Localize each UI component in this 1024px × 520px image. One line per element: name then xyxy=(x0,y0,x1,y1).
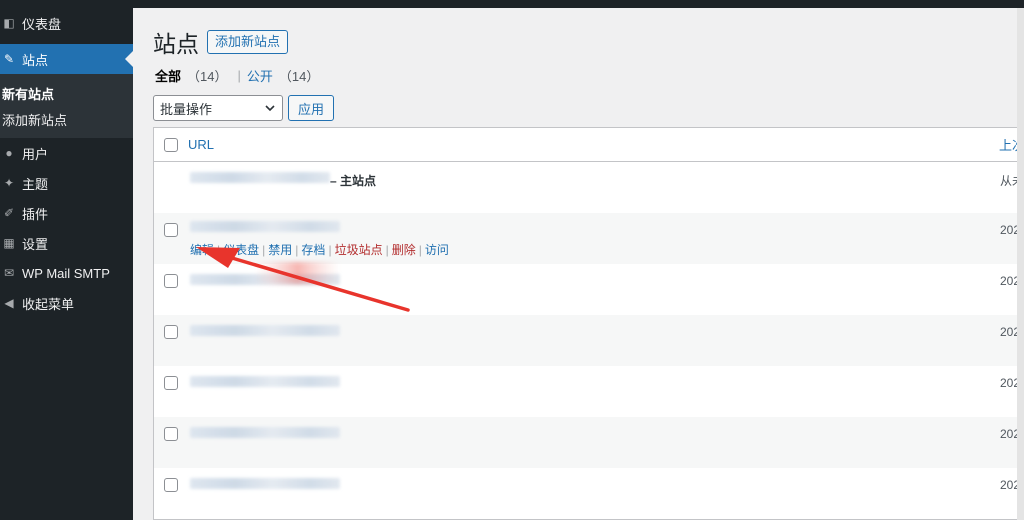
bulk-action-value: 批量操作 xyxy=(160,101,213,117)
action-separator: | xyxy=(385,242,389,257)
table-row: 202 xyxy=(154,468,1024,519)
page-title: 站点 xyxy=(153,31,199,57)
table-row: – 主站点 从未 xyxy=(154,162,1024,213)
action-deactivate[interactable]: 禁用 xyxy=(268,241,292,258)
collapse-icon: ◀ xyxy=(4,296,14,310)
submenu-item-all-sites[interactable]: 新有站点 xyxy=(0,80,133,106)
status-filters: 全部 （14） | 公开 （14） xyxy=(155,66,319,85)
blurred-site-url[interactable] xyxy=(190,274,340,285)
select-all-checkbox[interactable] xyxy=(164,138,178,152)
sidebar-item-label: 插件 xyxy=(22,206,49,222)
sidebar-item-label: 站点 xyxy=(22,52,49,68)
row-checkbox[interactable] xyxy=(164,478,178,492)
table-row: 202 xyxy=(154,264,1024,315)
action-separator: | xyxy=(328,242,332,257)
filter-all-count: （14） xyxy=(187,69,228,84)
sidebar-item-settings[interactable]: ▦ 设置 xyxy=(0,228,133,258)
title-row: 站点 添加新站点 xyxy=(153,25,289,59)
table-row: 202 xyxy=(154,366,1024,417)
plugins-icon: ✐ xyxy=(3,206,15,220)
main-site-label: – 主站点 xyxy=(330,174,377,188)
filter-public[interactable]: 公开 xyxy=(247,66,273,85)
action-visit[interactable]: 访问 xyxy=(425,241,449,258)
blurred-site-url[interactable] xyxy=(190,427,340,438)
sidebar-item-label: 设置 xyxy=(22,236,49,252)
table-row: 202 xyxy=(154,417,1024,468)
submenu-item-add-new-site[interactable]: 添加新站点 xyxy=(0,106,133,132)
sidebar-item-label: 仪表盘 xyxy=(22,16,62,32)
sidebar-item-wp-mail-smtp[interactable]: ✉ WP Mail SMTP xyxy=(0,258,133,288)
themes-icon: ✦ xyxy=(3,176,15,190)
settings-icon: ▦ xyxy=(3,236,15,250)
blurred-site-url[interactable] xyxy=(190,376,340,387)
scrollbar-strip[interactable] xyxy=(1017,8,1024,520)
row-checkbox[interactable] xyxy=(164,325,178,339)
filter-separator: | xyxy=(237,68,241,83)
sidebar-item-sites[interactable]: ✎ 站点 xyxy=(0,44,133,74)
action-dashboard[interactable]: 仪表盘 xyxy=(223,241,259,258)
action-spam[interactable]: 垃圾站点 xyxy=(335,241,383,258)
table-row: 202 xyxy=(154,315,1024,366)
apply-button[interactable]: 应用 xyxy=(288,95,335,121)
sidebar-item-label: 主题 xyxy=(22,176,49,192)
bulk-actions: 批量操作 应用 xyxy=(153,95,335,121)
sidebar-item-users[interactable]: ● 用户 xyxy=(0,138,133,168)
users-icon: ● xyxy=(5,146,13,160)
row-actions: 编辑 | 仪表盘 | 禁用 | 存档 | 垃圾站点 | 删除 | 访问 xyxy=(190,241,449,258)
top-bar xyxy=(0,0,1024,8)
sites-icon: ✎ xyxy=(3,52,15,66)
sidebar-item-plugins[interactable]: ✐ 插件 xyxy=(0,198,133,228)
column-url-header[interactable]: URL xyxy=(188,137,214,152)
action-delete[interactable]: 删除 xyxy=(392,241,416,258)
sites-submenu: 新有站点 添加新站点 xyxy=(0,74,133,138)
sidebar-item-dashboard[interactable]: ◧ 仪表盘 xyxy=(0,8,133,38)
row-checkbox[interactable] xyxy=(164,376,178,390)
sites-table: URL 上次更新 – 主站点 从未 202 编辑 | 仪表盘 | 禁用 | 存档… xyxy=(153,127,1024,520)
bulk-action-select[interactable]: 批量操作 xyxy=(153,95,283,121)
table-row: 202 编辑 | 仪表盘 | 禁用 | 存档 | 垃圾站点 | 删除 | 访问 xyxy=(154,213,1024,264)
action-archive[interactable]: 存档 xyxy=(301,241,325,258)
add-new-site-button[interactable]: 添加新站点 xyxy=(207,30,289,54)
table-header: URL 上次更新 xyxy=(154,128,1024,162)
mail-icon: ✉ xyxy=(3,266,15,280)
row-checkbox[interactable] xyxy=(164,427,178,441)
sidebar-item-label: 收起菜单 xyxy=(22,296,75,312)
sidebar-item-label: 用户 xyxy=(22,146,49,162)
sidebar-item-collapse-menu[interactable]: ◀ 收起菜单 xyxy=(0,288,133,318)
blurred-site-url[interactable] xyxy=(190,478,340,489)
row-checkbox[interactable] xyxy=(164,223,178,237)
action-edit[interactable]: 编辑 xyxy=(190,241,214,258)
main-content: 站点 添加新站点 全部 （14） | 公开 （14） 批量操作 应用 URL 上… xyxy=(133,8,1024,520)
sidebar-item-label: WP Mail SMTP xyxy=(22,265,110,281)
blurred-site-url[interactable] xyxy=(190,172,330,183)
action-separator: | xyxy=(217,242,221,257)
dashboard-icon: ◧ xyxy=(3,16,15,30)
blurred-site-url[interactable] xyxy=(190,221,340,232)
action-separator: | xyxy=(295,242,299,257)
action-separator: | xyxy=(418,242,422,257)
sidebar-item-themes[interactable]: ✦ 主题 xyxy=(0,168,133,198)
blurred-site-url[interactable] xyxy=(190,325,340,336)
chevron-down-icon xyxy=(264,102,276,114)
row-checkbox[interactable] xyxy=(164,274,178,288)
admin-sidebar: ◧ 仪表盘 ✎ 站点 新有站点 添加新站点 ● 用户 ✦ 主题 ✐ 插件 ▦ 设… xyxy=(0,8,133,520)
filter-public-count: （14） xyxy=(278,69,320,84)
filter-all[interactable]: 全部 xyxy=(155,66,181,85)
action-separator: | xyxy=(262,242,266,257)
